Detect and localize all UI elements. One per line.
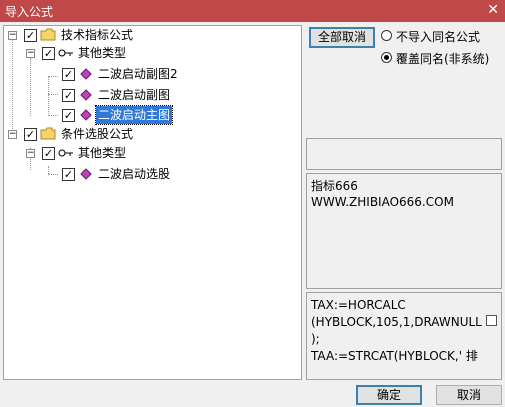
tree-node-screening-formulas[interactable]: − ✓ 条件选股公式 <box>4 125 299 143</box>
tree-item-label: 二波启动副图 <box>98 88 171 102</box>
code-line: TAX:=HORCALC <box>311 298 406 312</box>
collapse-icon[interactable]: − <box>26 149 35 158</box>
formula-icon <box>80 68 92 80</box>
formula-info-field <box>306 138 502 170</box>
formula-icon <box>80 89 92 101</box>
tree-item-label: 二波启动副图2 <box>98 67 178 81</box>
technical-formulas-checkbox[interactable]: ✓ <box>24 29 37 42</box>
code-line: ); <box>311 332 320 346</box>
tree-node-label: 条件选股公式 <box>61 127 134 141</box>
formula-icon <box>80 109 92 121</box>
formula-icon <box>80 168 92 180</box>
window-title: 导入公式 <box>5 5 54 19</box>
tree-item-label: 二波启动主图 <box>94 105 174 125</box>
key-icon <box>58 49 73 57</box>
tree-node-other-types[interactable]: − ✓ 其他类型 <box>4 44 299 62</box>
folder-icon <box>40 28 56 41</box>
other-types-checkbox[interactable]: ✓ <box>42 147 55 160</box>
close-icon[interactable]: ✕ <box>487 2 499 18</box>
cancel-button[interactable]: 取消 <box>436 385 502 405</box>
tree-node-label: 其他类型 <box>78 46 127 60</box>
folder-icon <box>40 127 56 140</box>
tree-item-formula[interactable]: ✓ 二波启动选股 <box>4 165 299 183</box>
ok-button[interactable]: 确定 <box>356 385 422 405</box>
formula-checkbox[interactable]: ✓ <box>62 109 75 122</box>
tree-item-formula-selected[interactable]: ✓ 二波启动主图 <box>4 105 299 125</box>
tree-item-label: 二波启动选股 <box>98 167 171 181</box>
formula-code-preview[interactable]: TAX:=HORCALC (HYBLOCK,105,1,DRAWNULL ); … <box>306 292 502 380</box>
collapse-icon[interactable]: − <box>26 49 35 58</box>
description-line: 指标666 <box>311 179 358 193</box>
cancel-all-button[interactable]: 全部取消 <box>309 27 375 48</box>
formula-tree[interactable]: − ✓ 技术指标公式 − ✓ 其他类型 ✓ 二波启动副图2 ✓ 二波启动副图 ✓… <box>3 25 302 380</box>
formula-checkbox[interactable]: ✓ <box>62 89 75 102</box>
tree-node-other-types[interactable]: − ✓ 其他类型 <box>4 144 299 162</box>
title-bar: 导入公式 ✕ <box>0 0 505 22</box>
tree-node-label: 其他类型 <box>78 146 127 160</box>
collapse-icon[interactable]: − <box>8 31 17 40</box>
overwrite-same-name-radio[interactable] <box>381 52 392 63</box>
tree-node-technical-formulas[interactable]: − ✓ 技术指标公式 <box>4 26 299 44</box>
key-icon <box>58 149 73 157</box>
code-line: TAA:=STRCAT(HYBLOCK,' 排 <box>311 349 478 363</box>
collapse-icon[interactable]: − <box>8 130 17 139</box>
screening-formulas-checkbox[interactable]: ✓ <box>24 128 37 141</box>
code-option-checkbox[interactable] <box>486 315 497 326</box>
no-import-same-name-label[interactable]: 不导入同名公式 <box>396 28 480 45</box>
code-line: (HYBLOCK,105,1,DRAWNULL <box>311 315 482 329</box>
formula-checkbox[interactable]: ✓ <box>62 68 75 81</box>
description-line: WWW.ZHIBIAO666.COM <box>311 195 454 209</box>
tree-node-label: 技术指标公式 <box>61 28 134 42</box>
formula-checkbox[interactable]: ✓ <box>62 168 75 181</box>
tree-item-formula[interactable]: ✓ 二波启动副图2 <box>4 65 299 83</box>
other-types-checkbox[interactable]: ✓ <box>42 47 55 60</box>
formula-description-panel: 指标666 WWW.ZHIBIAO666.COM <box>306 173 502 289</box>
no-import-same-name-radio[interactable] <box>381 30 392 41</box>
tree-item-formula[interactable]: ✓ 二波启动副图 <box>4 86 299 104</box>
overwrite-same-name-label[interactable]: 覆盖同名(非系统) <box>396 50 489 67</box>
